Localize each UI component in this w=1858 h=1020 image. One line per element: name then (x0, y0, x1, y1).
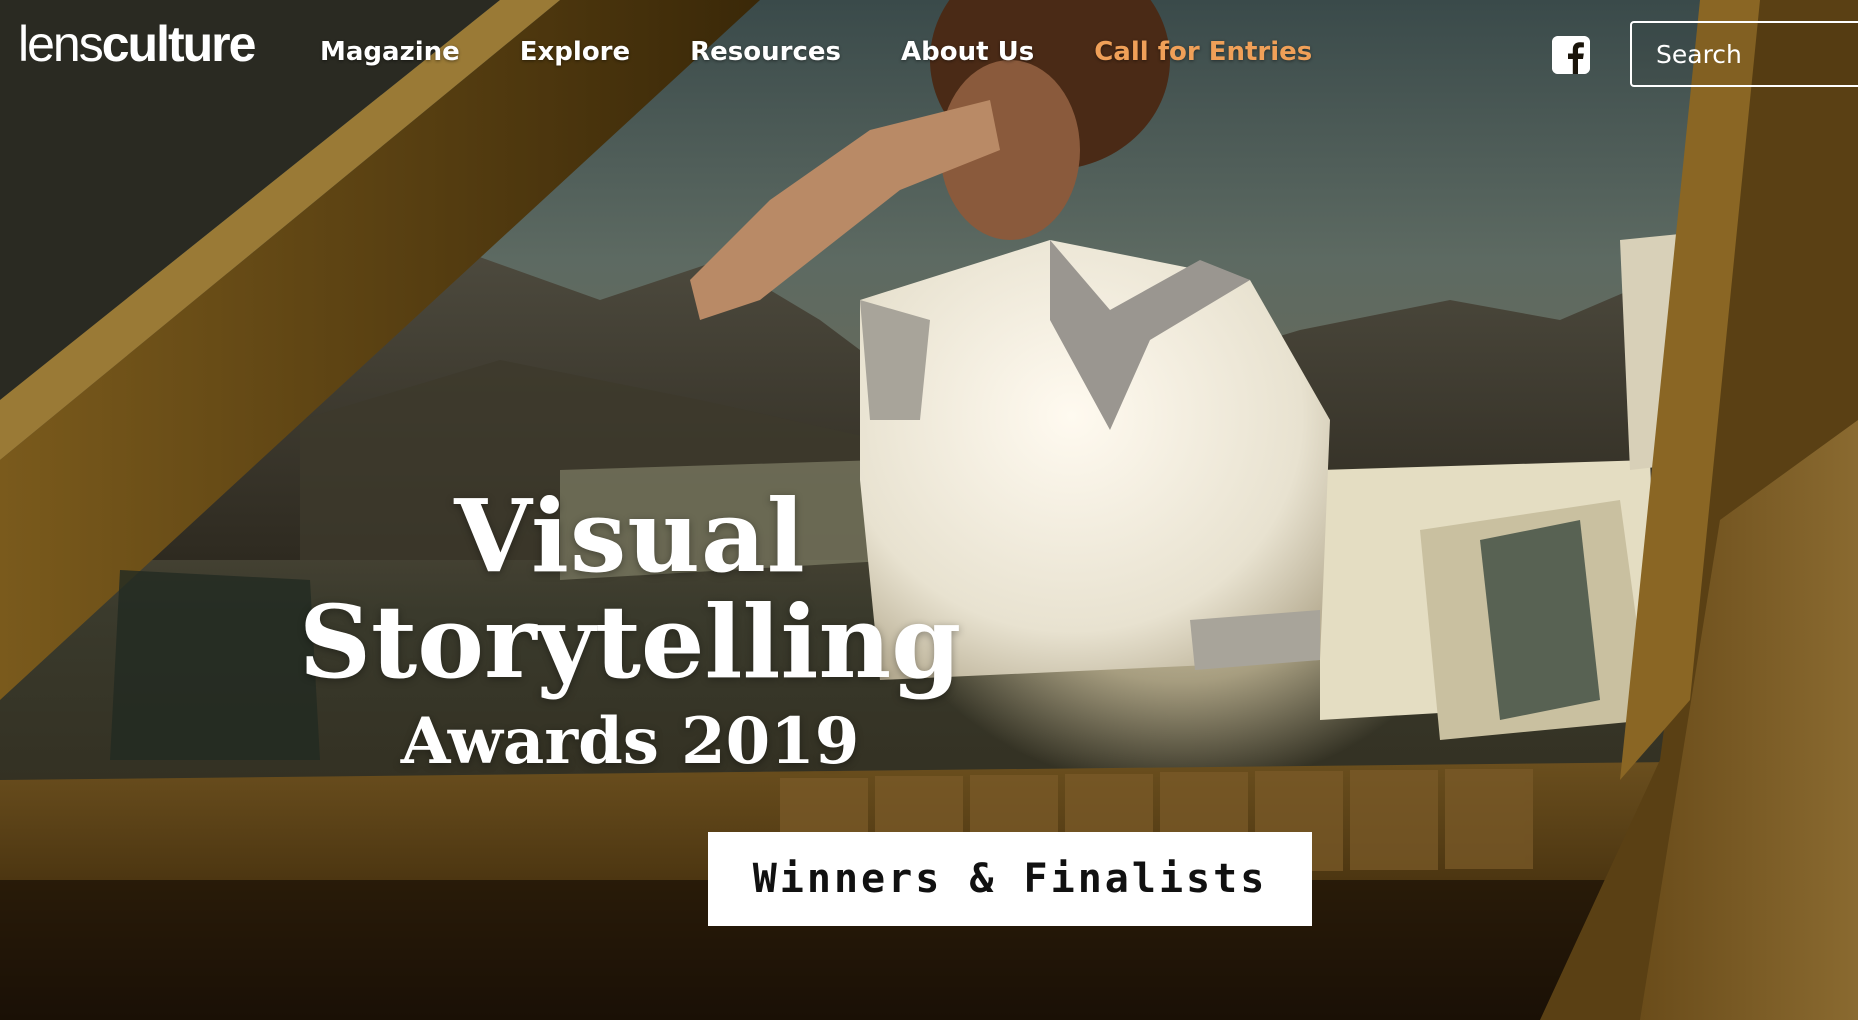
hero-title-line-2: Storytelling (298, 583, 962, 701)
hero-title-line-3: Awards 2019 (400, 704, 860, 779)
logo-text-lens: lens (18, 16, 104, 72)
nav-item-about-us[interactable]: About Us (901, 32, 1034, 72)
facebook-icon-glyph (1552, 36, 1590, 74)
search-input[interactable] (1630, 21, 1858, 87)
page: lensculture Magazine Explore Resources A… (0, 0, 1858, 1020)
top-navigation: lensculture Magazine Explore Resources A… (0, 0, 1858, 108)
nav-item-resources[interactable]: Resources (690, 32, 841, 72)
hero-title: Visual Storytelling Awards 2019 (240, 480, 1020, 782)
hero-title-line-1: Visual (454, 477, 806, 595)
nav-item-magazine[interactable]: Magazine (320, 32, 460, 72)
winners-finalists-button[interactable]: Winners & Finalists (708, 832, 1312, 926)
lensculture-logo[interactable]: lensculture (18, 14, 257, 74)
nav-item-call-for-entries[interactable]: Call for Entries (1094, 32, 1312, 72)
nav-item-explore[interactable]: Explore (520, 32, 630, 72)
logo-text-culture: culture (101, 16, 257, 72)
nav-menu: Magazine Explore Resources About Us Call… (320, 32, 1372, 72)
facebook-icon[interactable] (1552, 36, 1590, 74)
